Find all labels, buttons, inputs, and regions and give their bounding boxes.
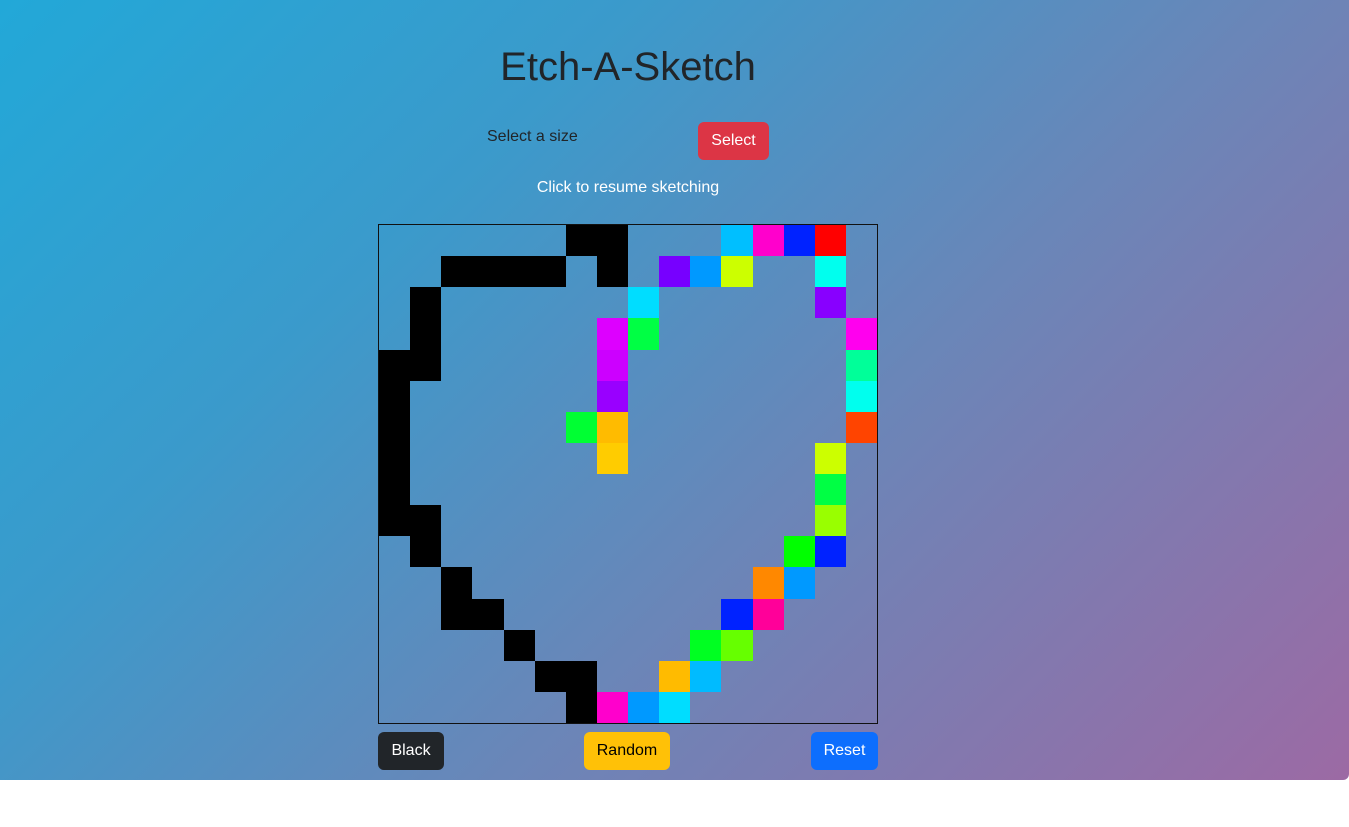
grid-cell[interactable] bbox=[721, 225, 753, 257]
grid-cell[interactable] bbox=[379, 474, 411, 506]
black-mode-button[interactable]: Black bbox=[378, 732, 444, 770]
grid-cell[interactable] bbox=[690, 629, 722, 661]
grid-cell[interactable] bbox=[752, 567, 784, 599]
grid-cell[interactable] bbox=[845, 318, 877, 350]
grid-cell[interactable] bbox=[410, 505, 442, 537]
grid-cell[interactable] bbox=[659, 256, 691, 288]
grid-cell[interactable] bbox=[534, 256, 566, 288]
grid-cell[interactable] bbox=[565, 691, 597, 723]
grid-cell[interactable] bbox=[472, 256, 504, 288]
grid-cell[interactable] bbox=[596, 318, 628, 350]
grid-cell[interactable] bbox=[783, 536, 815, 568]
grid-cell[interactable] bbox=[690, 256, 722, 288]
grid-cell[interactable] bbox=[379, 411, 411, 443]
page-title: Etch-A-Sketch bbox=[500, 45, 756, 89]
grid-cell[interactable] bbox=[503, 629, 535, 661]
grid-cell[interactable] bbox=[659, 660, 691, 692]
grid-cell[interactable] bbox=[814, 536, 846, 568]
grid-cell[interactable] bbox=[752, 225, 784, 257]
grid-cell[interactable] bbox=[814, 474, 846, 506]
grid-cell[interactable] bbox=[379, 505, 411, 537]
grid-cell[interactable] bbox=[814, 505, 846, 537]
grid-cell[interactable] bbox=[472, 598, 504, 630]
grid-cell[interactable] bbox=[596, 225, 628, 257]
grid-cell[interactable] bbox=[628, 318, 660, 350]
grid-cell[interactable] bbox=[534, 660, 566, 692]
random-mode-button[interactable]: Random bbox=[584, 732, 670, 770]
grid-cell[interactable] bbox=[721, 598, 753, 630]
grid-cell[interactable] bbox=[783, 567, 815, 599]
sketch-board[interactable] bbox=[378, 224, 878, 724]
grid-cell[interactable] bbox=[410, 349, 442, 381]
grid-cell[interactable] bbox=[565, 660, 597, 692]
grid-cell[interactable] bbox=[596, 256, 628, 288]
grid-cell[interactable] bbox=[379, 380, 411, 412]
size-label: Select a size bbox=[487, 128, 578, 145]
grid-cell[interactable] bbox=[596, 380, 628, 412]
grid-cell[interactable] bbox=[814, 287, 846, 319]
grid-cell[interactable] bbox=[596, 691, 628, 723]
grid-cell[interactable] bbox=[379, 349, 411, 381]
grid-cell[interactable] bbox=[721, 629, 753, 661]
app-background: Etch-A-Sketch Select a size Select Click… bbox=[0, 0, 1349, 780]
grid-cell[interactable] bbox=[565, 411, 597, 443]
grid-cell[interactable] bbox=[410, 318, 442, 350]
grid-cell[interactable] bbox=[845, 380, 877, 412]
grid-cell[interactable] bbox=[845, 349, 877, 381]
grid-cell[interactable] bbox=[379, 442, 411, 474]
grid-cell[interactable] bbox=[596, 442, 628, 474]
grid-cell[interactable] bbox=[596, 411, 628, 443]
grid-cell[interactable] bbox=[596, 349, 628, 381]
reset-button[interactable]: Reset bbox=[811, 732, 878, 770]
grid-cell[interactable] bbox=[814, 225, 846, 257]
grid-cell[interactable] bbox=[565, 225, 597, 257]
grid-cell[interactable] bbox=[410, 287, 442, 319]
grid-cell[interactable] bbox=[628, 287, 660, 319]
grid-cell[interactable] bbox=[410, 536, 442, 568]
grid-cell[interactable] bbox=[628, 691, 660, 723]
status-text: Click to resume sketching bbox=[536, 179, 720, 196]
grid-cell[interactable] bbox=[721, 256, 753, 288]
grid-cell[interactable] bbox=[783, 225, 815, 257]
grid-cell[interactable] bbox=[659, 691, 691, 723]
grid-cell[interactable] bbox=[441, 567, 473, 599]
grid-cell[interactable] bbox=[814, 442, 846, 474]
grid-cell[interactable] bbox=[441, 256, 473, 288]
select-size-button[interactable]: Select bbox=[698, 122, 769, 160]
grid-cell[interactable] bbox=[690, 660, 722, 692]
grid-cell[interactable] bbox=[441, 598, 473, 630]
grid-cell[interactable] bbox=[752, 598, 784, 630]
grid-cell[interactable] bbox=[814, 256, 846, 288]
grid-cell[interactable] bbox=[845, 411, 877, 443]
grid-cell[interactable] bbox=[503, 256, 535, 288]
